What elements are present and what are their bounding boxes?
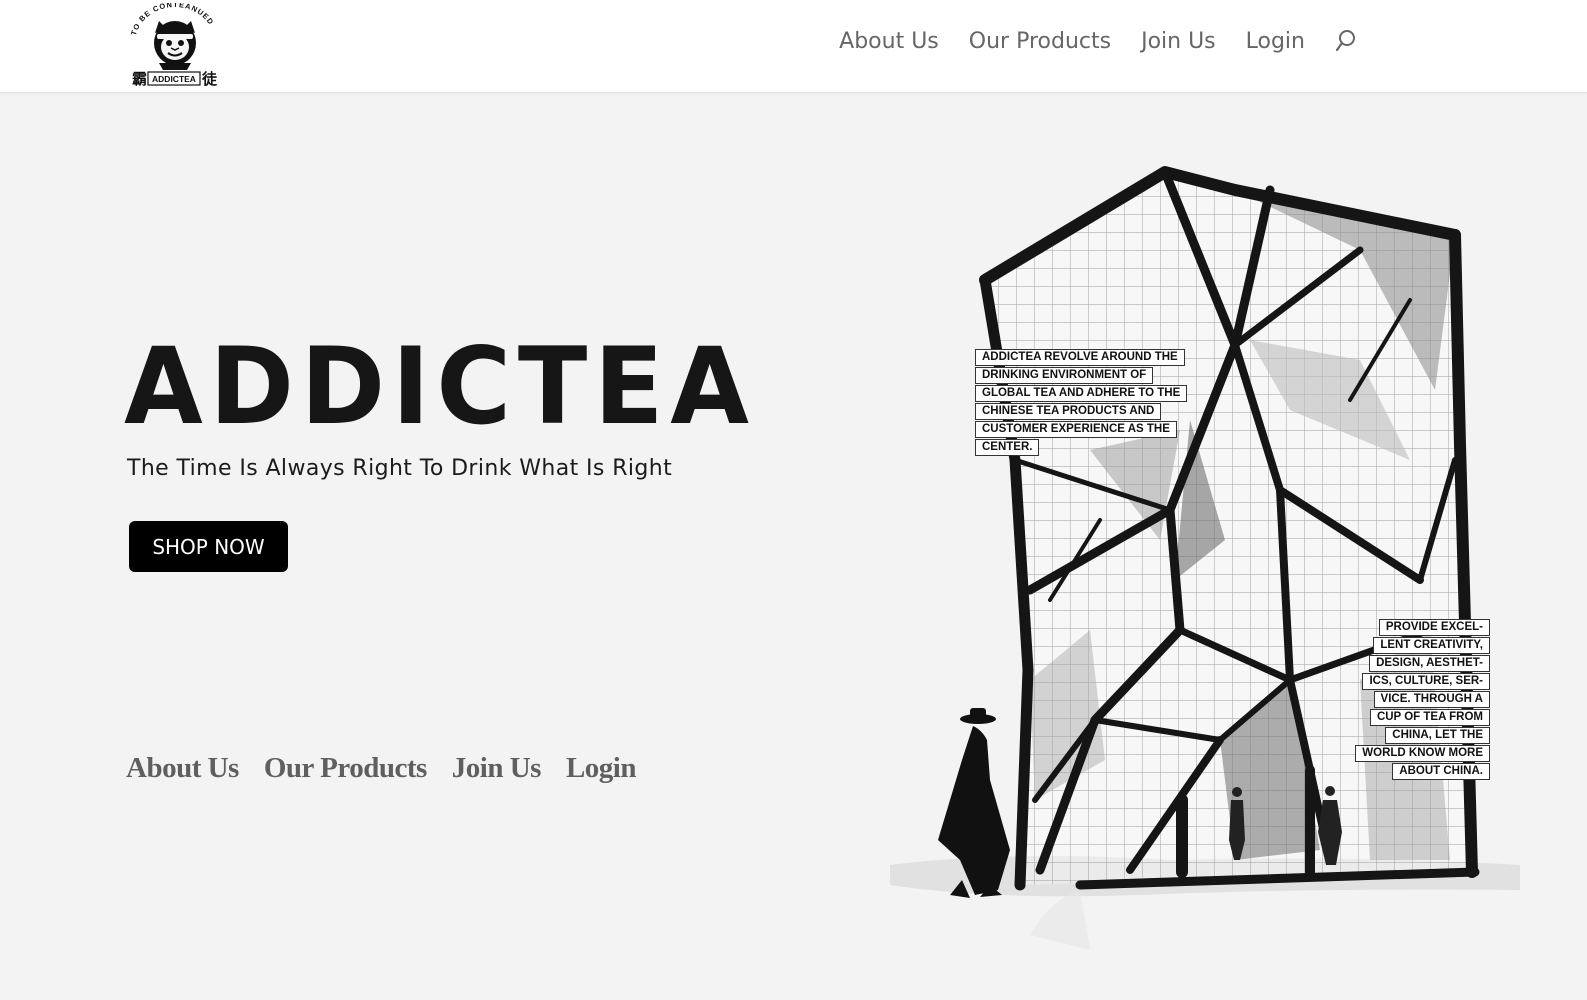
callout-line: ADDICTEA REVOLVE AROUND THE [975,349,1185,366]
logo-left-char: 霸 [132,70,147,87]
footer-nav: About Us Our Products Join Us Login [126,752,661,785]
callout-line: CHINESE TEA PRODUCTS AND [975,403,1162,420]
hero-title: ADDICTEA [124,325,756,448]
callout-line: WORLD KNOW MORE [1355,745,1490,762]
tea-house-illustration [890,166,1520,950]
callout-line: CHINA, LET THE [1385,727,1490,744]
shop-now-button[interactable]: SHOP NOW [129,521,288,572]
nav-our-products[interactable]: Our Products [969,29,1111,54]
site-header: TO BE CONTEANUED 霸 ADDICTEA 徒 About Us O… [0,0,1587,93]
hero-tagline: The Time Is Always Right To Drink What I… [127,456,673,481]
footer-nav-about-us[interactable]: About Us [126,752,239,785]
callout-line: DRINKING ENVIRONMENT OF [975,367,1154,384]
mission-callout: ADDICTEA REVOLVE AROUND THE DRINKING ENV… [975,349,1200,457]
footer-nav-our-products[interactable]: Our Products [264,752,427,785]
addictea-logo[interactable]: TO BE CONTEANUED 霸 ADDICTEA 徒 [129,3,221,87]
logo-wordmark: ADDICTEA [152,74,196,84]
callout-line: GLOBAL TEA AND ADHERE TO THE [975,385,1188,402]
callout-line: CUSTOMER EXPERIENCE AS THE [975,421,1177,438]
main-nav: About Us Our Products Join Us Login [809,28,1357,54]
callout-line: PROVIDE EXCEL- [1378,619,1490,636]
footer-nav-join-us[interactable]: Join Us [452,752,542,785]
callout-line: DESIGN, AESTHET- [1369,655,1490,672]
footer-nav-login[interactable]: Login [566,752,637,785]
logo-right-char: 徒 [201,70,218,87]
nav-login[interactable]: Login [1246,29,1305,54]
callout-line: ICS, CULTURE, SER- [1362,673,1490,690]
callout-line: ABOUT CHINA. [1392,763,1490,780]
callout-line: VICE. THROUGH A [1373,691,1490,708]
callout-line: CENTER. [975,439,1040,456]
callout-line: LENT CREATIVITY, [1373,637,1490,654]
callout-line: CUP OF TEA FROM [1369,709,1490,726]
nav-about-us[interactable]: About Us [839,29,939,54]
nav-join-us[interactable]: Join Us [1141,29,1216,54]
search-icon[interactable] [1335,28,1357,54]
vision-callout: PROVIDE EXCEL- LENT CREATIVITY, DESIGN, … [1332,619,1490,781]
